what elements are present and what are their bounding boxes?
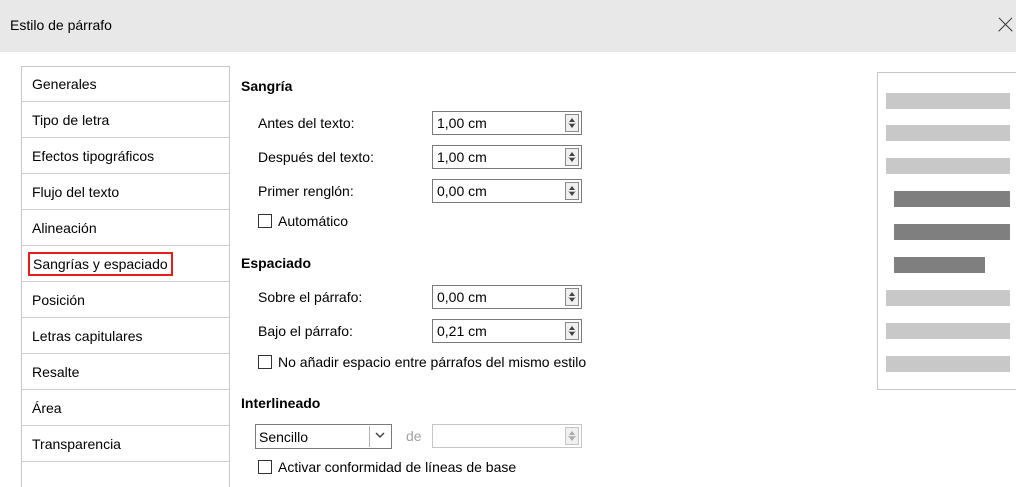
below-paragraph-label: Bajo el párrafo: bbox=[258, 323, 353, 339]
dialog-title: Estilo de párrafo bbox=[10, 17, 112, 33]
tab-generales[interactable]: Generales bbox=[22, 67, 229, 102]
tab-label: Resalte bbox=[32, 364, 80, 380]
spin-up-icon bbox=[569, 118, 575, 122]
tab-efectos-tipograficos[interactable]: Efectos tipográficos bbox=[22, 139, 229, 174]
preview-line bbox=[894, 191, 1010, 207]
tab-tipo-de-letra[interactable]: Tipo de letra bbox=[22, 103, 229, 138]
spin-down-icon bbox=[569, 298, 575, 302]
above-paragraph-spinbox[interactable]: 0,00 cm bbox=[432, 285, 582, 309]
indent-heading: Sangría bbox=[241, 78, 293, 94]
before-text-label: Antes del texto: bbox=[258, 115, 355, 131]
spin-up-icon bbox=[569, 152, 575, 156]
preview-line bbox=[886, 125, 1010, 141]
tab-label: Transparencia bbox=[32, 436, 121, 452]
preview-line bbox=[894, 224, 1010, 240]
tab-label: Generales bbox=[32, 76, 97, 92]
spacing-heading: Espaciado bbox=[241, 255, 312, 271]
spin-up-icon bbox=[569, 292, 575, 296]
after-text-spinbox[interactable]: 1,00 cm bbox=[432, 145, 582, 169]
spin-buttons[interactable] bbox=[565, 148, 579, 166]
tab-label: Flujo del texto bbox=[32, 184, 120, 200]
of-label: de bbox=[406, 428, 422, 444]
tab-posicion[interactable]: Posición bbox=[22, 283, 229, 318]
tab-label: Letras capitulares bbox=[32, 328, 143, 344]
after-text-label: Después del texto: bbox=[258, 149, 374, 165]
title-bar: Estilo de párrafo bbox=[0, 0, 1016, 52]
line-spacing-value: Sencillo bbox=[259, 429, 309, 445]
preview-line bbox=[886, 158, 1010, 174]
tab-label: Alineación bbox=[32, 220, 97, 236]
after-text-value: 1,00 cm bbox=[437, 149, 487, 165]
tab-list: Generales Tipo de letra Efectos tipográf… bbox=[21, 66, 230, 487]
spin-down-icon bbox=[569, 124, 575, 128]
spin-down-icon bbox=[569, 192, 575, 196]
tab-label: Efectos tipográficos bbox=[32, 148, 155, 164]
automatic-checkbox[interactable] bbox=[258, 214, 272, 228]
above-paragraph-label: Sobre el párrafo: bbox=[258, 289, 363, 305]
above-paragraph-value: 0,00 cm bbox=[437, 289, 487, 305]
line-spacing-heading: Interlineado bbox=[241, 395, 321, 411]
spin-buttons[interactable] bbox=[565, 288, 579, 306]
no-space-checkbox[interactable] bbox=[258, 355, 272, 369]
tab-label: Área bbox=[32, 400, 62, 416]
tab-flujo-del-texto[interactable]: Flujo del texto bbox=[22, 175, 229, 210]
below-paragraph-spinbox[interactable]: 0,21 cm bbox=[432, 319, 582, 343]
preview-line bbox=[886, 323, 1010, 339]
spin-buttons[interactable] bbox=[565, 427, 579, 445]
spin-down-icon bbox=[569, 437, 575, 441]
tab-resalte[interactable]: Resalte bbox=[22, 355, 229, 390]
spin-down-icon bbox=[569, 158, 575, 162]
tab-transparencia[interactable]: Transparencia bbox=[22, 427, 229, 462]
spin-up-icon bbox=[569, 431, 575, 435]
tab-letras-capitulares[interactable]: Letras capitulares bbox=[22, 319, 229, 354]
first-line-label: Primer renglón: bbox=[258, 183, 354, 199]
no-space-label: No añadir espacio entre párrafos del mis… bbox=[278, 354, 587, 370]
tab-alineacion[interactable]: Alineación bbox=[22, 211, 229, 246]
paragraph-preview bbox=[877, 72, 1016, 390]
spin-buttons[interactable] bbox=[565, 182, 579, 200]
line-spacing-amount-spinbox[interactable] bbox=[432, 424, 582, 448]
spin-down-icon bbox=[569, 332, 575, 336]
preview-line bbox=[894, 257, 985, 273]
spin-up-icon bbox=[569, 326, 575, 330]
baseline-label: Activar conformidad de líneas de base bbox=[278, 459, 517, 475]
below-paragraph-value: 0,21 cm bbox=[437, 323, 487, 339]
automatic-label: Automático bbox=[278, 213, 349, 229]
preview-line bbox=[886, 356, 1010, 372]
first-line-value: 0,00 cm bbox=[437, 183, 487, 199]
before-text-value: 1,00 cm bbox=[437, 115, 487, 131]
tab-label: Sangrías y espaciado bbox=[28, 252, 173, 276]
tab-area[interactable]: Área bbox=[22, 391, 229, 426]
line-spacing-select[interactable]: Sencillo bbox=[255, 424, 392, 449]
preview-line bbox=[886, 93, 1010, 109]
tab-sangrias-y-espaciado[interactable]: Sangrías y espaciado bbox=[22, 247, 229, 282]
chevron-down-icon[interactable] bbox=[369, 426, 390, 447]
preview-line bbox=[886, 290, 1010, 306]
spin-buttons[interactable] bbox=[565, 114, 579, 132]
before-text-spinbox[interactable]: 1,00 cm bbox=[432, 111, 582, 135]
tab-label: Posición bbox=[32, 292, 85, 308]
first-line-spinbox[interactable]: 0,00 cm bbox=[432, 179, 582, 203]
baseline-checkbox[interactable] bbox=[258, 460, 272, 474]
tab-label: Tipo de letra bbox=[32, 112, 110, 128]
spin-up-icon bbox=[569, 186, 575, 190]
spin-buttons[interactable] bbox=[565, 322, 579, 340]
